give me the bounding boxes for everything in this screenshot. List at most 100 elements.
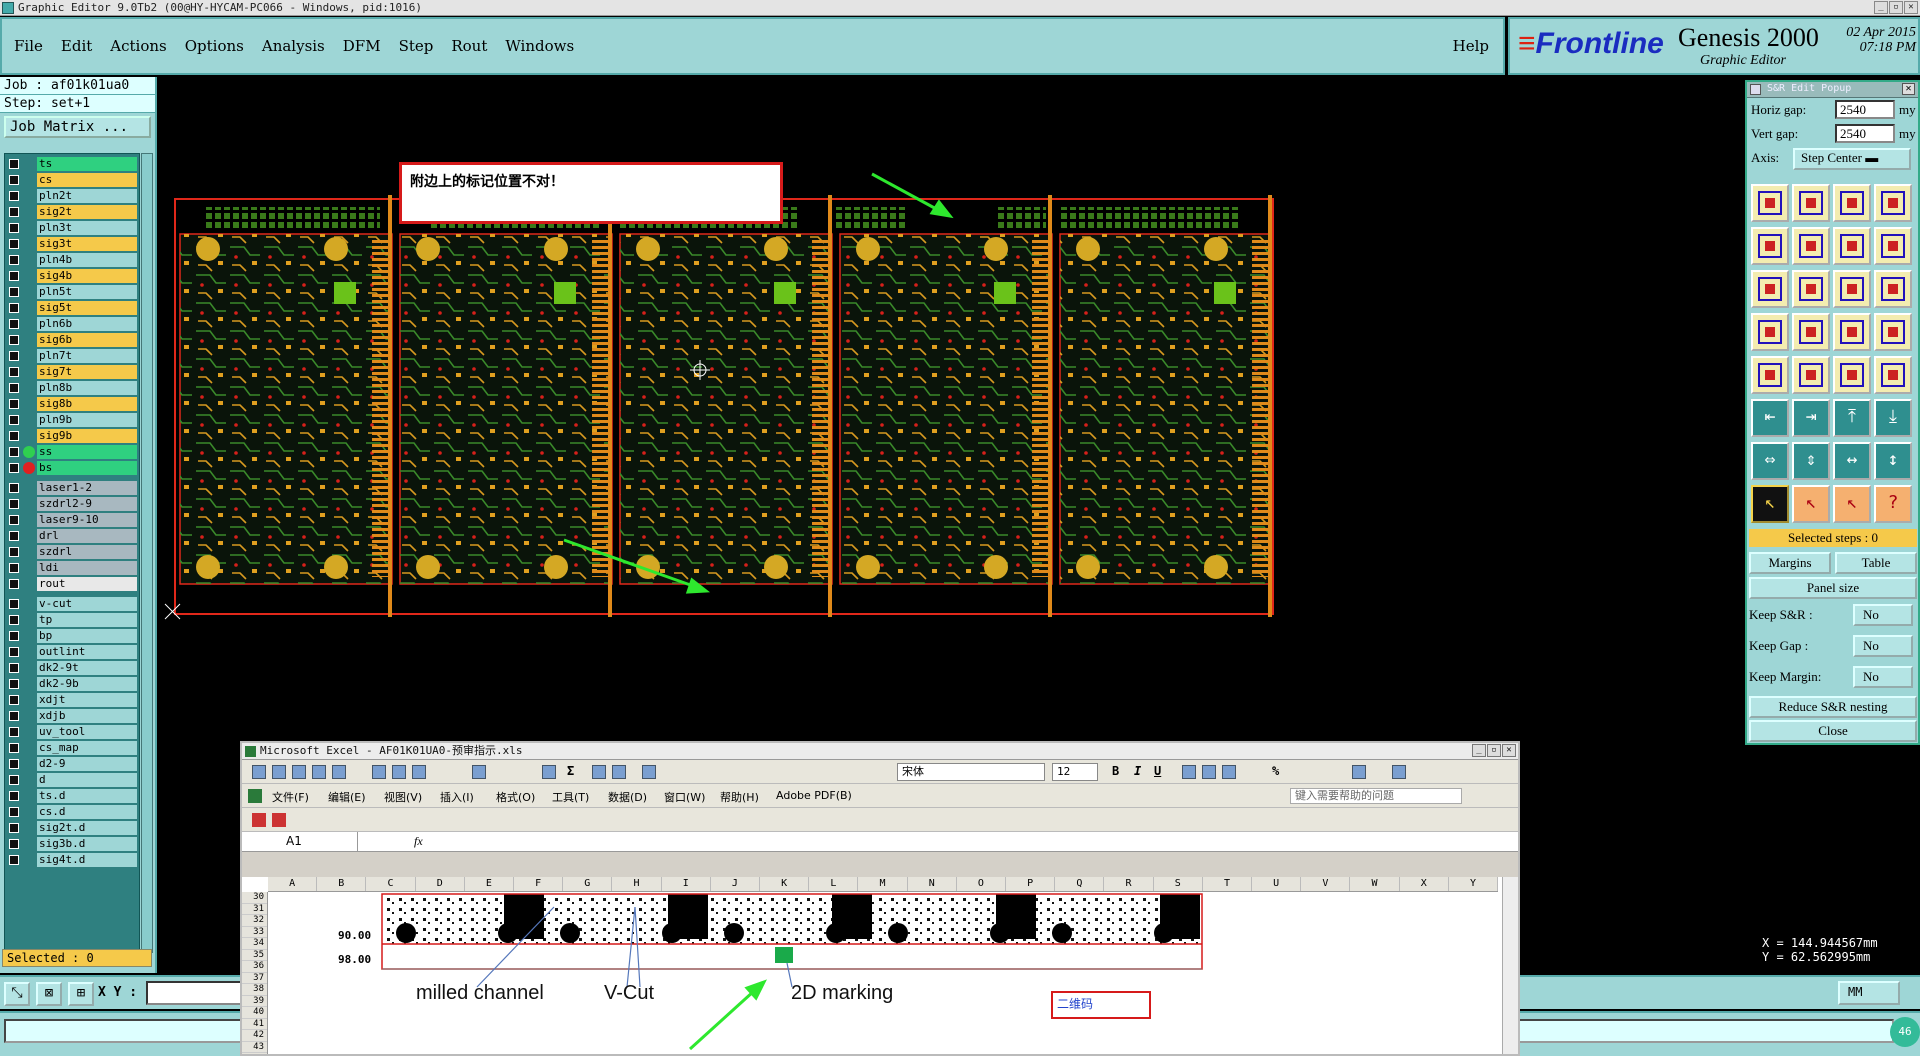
keep-sr-select[interactable]: No	[1853, 604, 1913, 626]
sr-tool-button-27[interactable]: ↔	[1833, 442, 1871, 480]
layer-checkbox[interactable]	[9, 615, 19, 625]
xy-input[interactable]	[146, 981, 246, 1005]
layer-checkbox[interactable]	[9, 775, 19, 785]
layer-checkbox[interactable]	[9, 335, 19, 345]
layer-row-sig5t[interactable]: sig5t	[5, 300, 137, 316]
layer-checkbox[interactable]	[9, 679, 19, 689]
layer-checkbox[interactable]	[9, 191, 19, 201]
menu-help[interactable]: Help	[1453, 37, 1489, 55]
excel-vertical-scrollbar[interactable]	[1502, 877, 1518, 1054]
layer-row-rout[interactable]: rout	[5, 576, 137, 592]
layer-row-sig7t[interactable]: sig7t	[5, 364, 137, 380]
layer-checkbox[interactable]	[9, 383, 19, 393]
layer-row-sig3b.d[interactable]: sig3b.d	[5, 836, 137, 852]
indent-icon[interactable]	[1352, 765, 1366, 779]
excel-minimize-button[interactable]: _	[1472, 744, 1486, 757]
menu-actions[interactable]: Actions	[110, 37, 166, 55]
excel-menu-item[interactable]: 视图(V)	[384, 789, 422, 805]
layer-checkbox[interactable]	[9, 223, 19, 233]
layer-row-dk2-9t[interactable]: dk2-9t	[5, 660, 137, 676]
sr-tool-button-2[interactable]	[1792, 184, 1830, 222]
sr-tool-button-24[interactable]: ⤓	[1874, 399, 1912, 437]
fill-color-icon[interactable]	[1392, 765, 1406, 779]
layer-checkbox[interactable]	[9, 515, 19, 525]
layer-row-bp[interactable]: bp	[5, 628, 137, 644]
status-badge[interactable]: 46	[1890, 1017, 1920, 1047]
sr-tool-button-28[interactable]: ↕	[1874, 442, 1912, 480]
sr-tool-button-17[interactable]	[1751, 356, 1789, 394]
sr-tool-button-7[interactable]	[1833, 227, 1871, 265]
layer-row-pln9b[interactable]: pln9b	[5, 412, 137, 428]
layer-checkbox[interactable]	[9, 303, 19, 313]
excel-menu-item[interactable]: Adobe PDF(B)	[776, 789, 852, 802]
layer-checkbox[interactable]	[9, 727, 19, 737]
sr-tool-button-29[interactable]: ↖	[1751, 485, 1789, 523]
layer-checkbox[interactable]	[9, 483, 19, 493]
layer-checkbox[interactable]	[9, 207, 19, 217]
layer-row-pln6b[interactable]: pln6b	[5, 316, 137, 332]
sort-asc-icon[interactable]	[592, 765, 606, 779]
excel-menu-item[interactable]: 编辑(E)	[328, 789, 366, 805]
layer-row-cs[interactable]: cs	[5, 172, 137, 188]
layer-checkbox[interactable]	[9, 367, 19, 377]
layer-checkbox[interactable]	[9, 547, 19, 557]
align-left-icon[interactable]	[1182, 765, 1196, 779]
help-search-input[interactable]: 键入需要帮助的问题	[1290, 788, 1462, 804]
sr-tool-button-25[interactable]: ⇔	[1751, 442, 1789, 480]
save-icon[interactable]	[292, 765, 306, 779]
pdf-convert-icon[interactable]	[252, 813, 266, 827]
underline-button[interactable]: U	[1154, 764, 1161, 778]
sr-tool-button-30[interactable]: ↖	[1792, 485, 1830, 523]
layer-checkbox[interactable]	[9, 399, 19, 409]
menu-file[interactable]: File	[14, 37, 43, 55]
align-right-icon[interactable]	[1222, 765, 1236, 779]
layer-row-sig9b[interactable]: sig9b	[5, 428, 137, 444]
menu-step[interactable]: Step	[399, 37, 434, 55]
layer-row-szdrl2-9[interactable]: szdrl2-9	[5, 496, 137, 512]
sr-tool-button-4[interactable]	[1874, 184, 1912, 222]
chart-icon[interactable]	[642, 765, 656, 779]
excel-menu-item[interactable]: 插入(I)	[440, 789, 474, 805]
layer-row-pln2t[interactable]: pln2t	[5, 188, 137, 204]
layer-row-cs.d[interactable]: cs.d	[5, 804, 137, 820]
excel-restore-button[interactable]: ▫	[1487, 744, 1501, 757]
layer-checkbox[interactable]	[9, 579, 19, 589]
layer-checkbox[interactable]	[9, 807, 19, 817]
layer-checkbox[interactable]	[9, 563, 19, 573]
units-select[interactable]: MM	[1838, 981, 1900, 1005]
zoom-fit-icon[interactable]: ⤡	[4, 982, 30, 1006]
sr-tool-button-13[interactable]	[1751, 313, 1789, 351]
sr-tool-button-9[interactable]	[1751, 270, 1789, 308]
layer-row-cs_map[interactable]: cs_map	[5, 740, 137, 756]
margins-button[interactable]: Margins	[1749, 552, 1831, 574]
layer-scrollbar[interactable]	[141, 153, 153, 953]
align-center-icon[interactable]	[1202, 765, 1216, 779]
excel-menu-item[interactable]: 帮助(H)	[720, 789, 759, 805]
sr-tool-button-8[interactable]	[1874, 227, 1912, 265]
italic-button[interactable]: I	[1134, 764, 1141, 778]
layer-row-pln8b[interactable]: pln8b	[5, 380, 137, 396]
excel-menu-item[interactable]: 工具(T)	[552, 789, 589, 805]
percent-icon[interactable]: %	[1272, 764, 1279, 778]
restore-button[interactable]: ▫	[1889, 1, 1903, 14]
grid-icon[interactable]: ⊞	[68, 982, 94, 1006]
menu-edit[interactable]: Edit	[61, 37, 92, 55]
layer-checkbox[interactable]	[9, 287, 19, 297]
bold-button[interactable]: B	[1112, 764, 1119, 778]
layer-checkbox[interactable]	[9, 255, 19, 265]
sr-tool-button-22[interactable]: ⇥	[1792, 399, 1830, 437]
layer-row-bs[interactable]: bs	[5, 460, 137, 476]
menu-windows[interactable]: Windows	[505, 37, 574, 55]
layer-checkbox[interactable]	[9, 711, 19, 721]
layer-row-sig6b[interactable]: sig6b	[5, 332, 137, 348]
sr-tool-button-18[interactable]	[1792, 356, 1830, 394]
layer-row-ts[interactable]: ts	[5, 156, 137, 172]
autosum-icon[interactable]: Σ	[567, 764, 574, 778]
font-name-select[interactable]: 宋体	[897, 763, 1045, 781]
close-button[interactable]: ✕	[1904, 1, 1918, 14]
sr-tool-button-3[interactable]	[1833, 184, 1871, 222]
close-popup-button[interactable]: Close	[1749, 720, 1917, 742]
layer-row-sig4t.d[interactable]: sig4t.d	[5, 852, 137, 868]
sr-tool-button-31[interactable]: ↖	[1833, 485, 1871, 523]
open-icon[interactable]	[272, 765, 286, 779]
